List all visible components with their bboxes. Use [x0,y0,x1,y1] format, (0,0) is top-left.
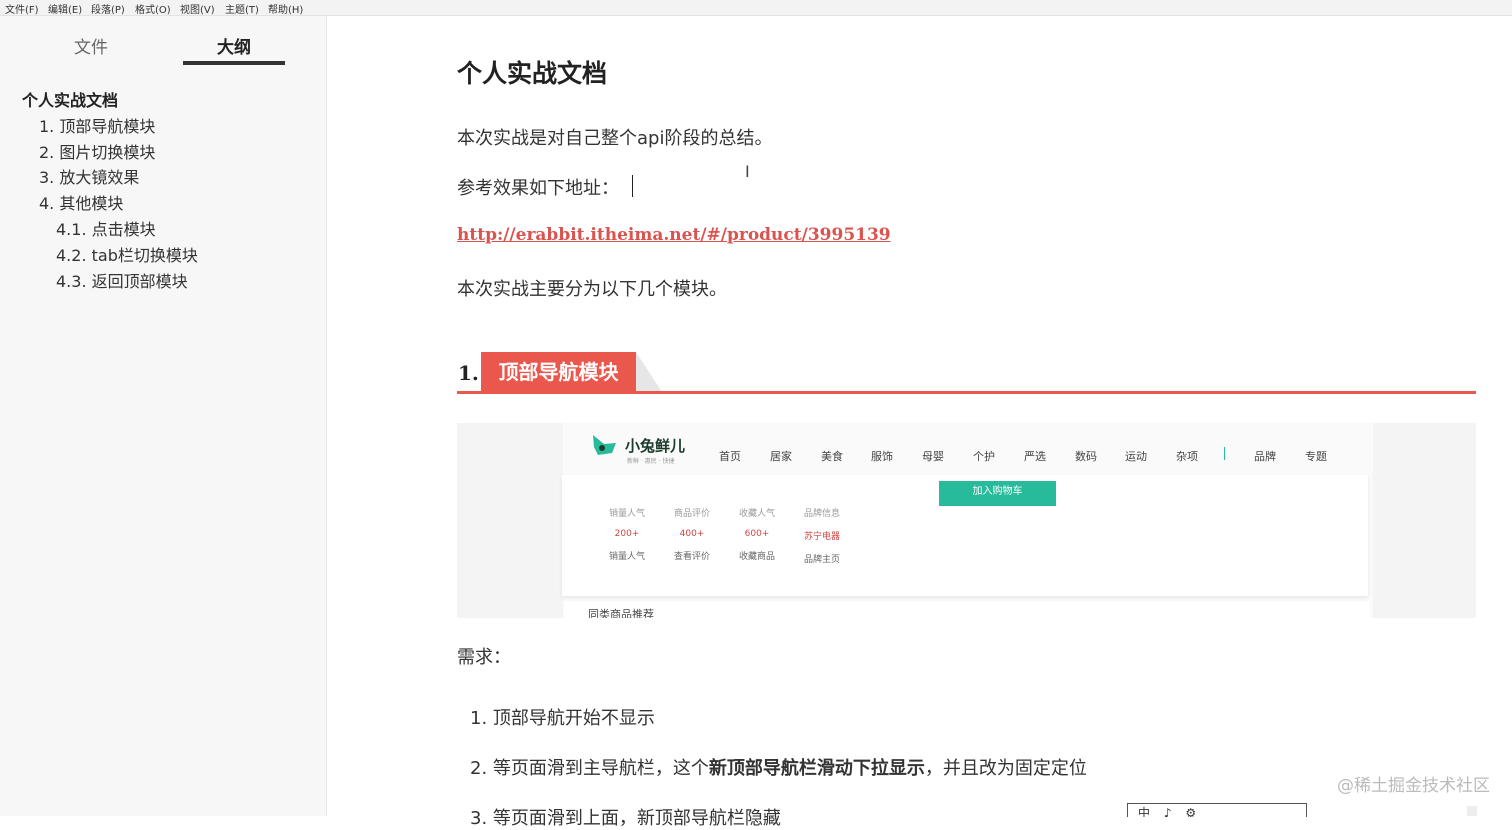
text-caret [632,175,633,197]
stat-action: 收藏商品 [738,552,775,562]
recommend-title: 同类商品推荐 [588,608,654,618]
stat-favorites: 收藏人气 600+ 收藏商品 [722,506,792,562]
stat-reviews: 商品评价 400+ 查看评价 [657,506,727,562]
menu-edit[interactable]: 编辑(E) [48,1,82,16]
modules-paragraph: 本次实战主要分为以下几个模块。 [457,279,727,300]
requirement-bold-text: 新顶部导航栏滑动下拉显示 [708,758,925,779]
outline-item-back-to-top[interactable]: 4.3. 返回顶部模块 [56,268,188,292]
outline-item-doc-title[interactable]: 个人实战文档 [22,87,118,111]
heading-fold-decoration [636,352,662,392]
music-icon[interactable]: ♪ [1164,806,1172,817]
outline-item-other[interactable]: 4. 其他模块 [39,190,123,214]
nav-item: 品牌 [1254,450,1276,463]
nav-item: 服饰 [871,450,893,463]
stat-label: 销量人气 [608,509,645,519]
nav-item: 母婴 [922,450,944,463]
outline-item-click[interactable]: 4.1. 点击模块 [56,216,156,240]
requirement-text: 2. 等页面滑到主导航栏，这个 [470,758,709,779]
stat-value: 600+ [744,529,770,539]
reference-link[interactable]: http://erabbit.itheima.net/#/product/399… [457,225,891,245]
embedded-screenshot: 小兔鲜儿 新鲜 · 惠民 · 快捷 首页 居家 美食 服饰 母婴 个护 严选 数… [457,423,1476,618]
nav-item: 专题 [1305,450,1327,463]
stat-value: 苏宁电器 [803,532,840,542]
stat-action: 销量人气 [608,552,645,562]
nav-item: 首页 [719,450,741,463]
section-heading: 顶部导航模块 [481,352,636,392]
menu-file[interactable]: 文件(F) [5,1,39,16]
logo-text: 小兔鲜儿 [625,437,686,455]
gear-icon[interactable]: ⚙ [1185,806,1196,817]
nav-item: 运动 [1125,450,1147,463]
nav-item: 数码 [1075,450,1097,463]
document-title: 个人实战文档 [457,59,608,88]
ime-toolbar[interactable]: 中 ♪ ⚙ [1127,803,1307,817]
rabbit-logo-icon [593,435,616,455]
nav-item: 严选 [1024,450,1046,463]
nav-item: 美食 [821,450,843,463]
stat-action: 品牌主页 [803,555,840,565]
outline-item-magnifier[interactable]: 3. 放大镜效果 [39,164,139,188]
outline-item-tab-switch[interactable]: 4.2. tab栏切换模块 [56,242,198,266]
tab-active-indicator [183,61,285,65]
requirement-text: ，并且改为固定定位 [924,758,1087,779]
stat-sales: 销量人气 200+ 销量人气 [592,506,662,562]
logo-subtitle: 新鲜 · 惠民 · 快捷 [627,458,675,465]
stat-label: 商品评价 [673,509,710,519]
stat-value: 200+ [614,529,640,539]
nav-item: 杂项 [1176,450,1198,463]
stat-brand: 品牌信息 苏宁电器 品牌主页 [787,506,857,565]
nav-separator [1224,447,1225,460]
watermark: @稀土掘金技术社区 [1337,776,1490,796]
requirement-item: 3. 等页面滑到上面，新顶部导航栏隐藏 [470,808,781,829]
recommend-panel [564,601,1370,618]
reference-paragraph: 参考效果如下地址： [457,178,619,199]
nav-item: 居家 [770,450,792,463]
heading-underline [457,391,1476,394]
outline-item-image-switch[interactable]: 2. 图片切换模块 [39,139,155,163]
menu-help[interactable]: 帮助(H) [268,1,303,16]
tab-files[interactable]: 文件 [36,33,146,58]
intro-paragraph: 本次实战是对自己整个api阶段的总结。 [457,128,773,149]
stat-label: 品牌信息 [803,509,840,519]
sidebar: 文件 大纲 个人实战文档 1. 顶部导航模块 2. 图片切换模块 3. 放大镜效… [0,16,327,816]
menu-theme[interactable]: 主题(T) [225,1,259,16]
add-to-cart-button: 加入购物车 [939,481,1056,506]
menu-paragraph[interactable]: 段落(P) [91,1,125,16]
menu-bar: 文件(F) 编辑(E) 段落(P) 格式(O) 视图(V) 主题(T) 帮助(H… [0,0,1512,16]
stat-label: 收藏人气 [738,509,775,519]
stat-action: 查看评价 [673,552,710,562]
ime-mode[interactable]: 中 [1138,806,1150,817]
ibeam-cursor-icon: I [745,162,750,181]
requirements-label: 需求： [457,647,511,668]
editor-area[interactable]: 个人实战文档 本次实战是对自己整个api阶段的总结。 参考效果如下地址： I h… [327,16,1512,829]
tab-outline[interactable]: 大纲 [179,33,289,58]
nav-item: 个护 [973,450,995,463]
section-number: 1. [458,361,479,385]
requirement-item: 1. 顶部导航开始不显示 [470,708,655,729]
menu-format[interactable]: 格式(O) [135,1,171,16]
stat-value: 400+ [679,529,705,539]
menu-view[interactable]: 视图(V) [180,1,215,16]
scrollbar-corner [1467,806,1477,816]
outline-item-top-nav[interactable]: 1. 顶部导航模块 [39,113,155,137]
requirement-item: 2. 等页面滑到主导航栏，这个新顶部导航栏滑动下拉显示，并且改为固定定位 [470,754,1087,780]
